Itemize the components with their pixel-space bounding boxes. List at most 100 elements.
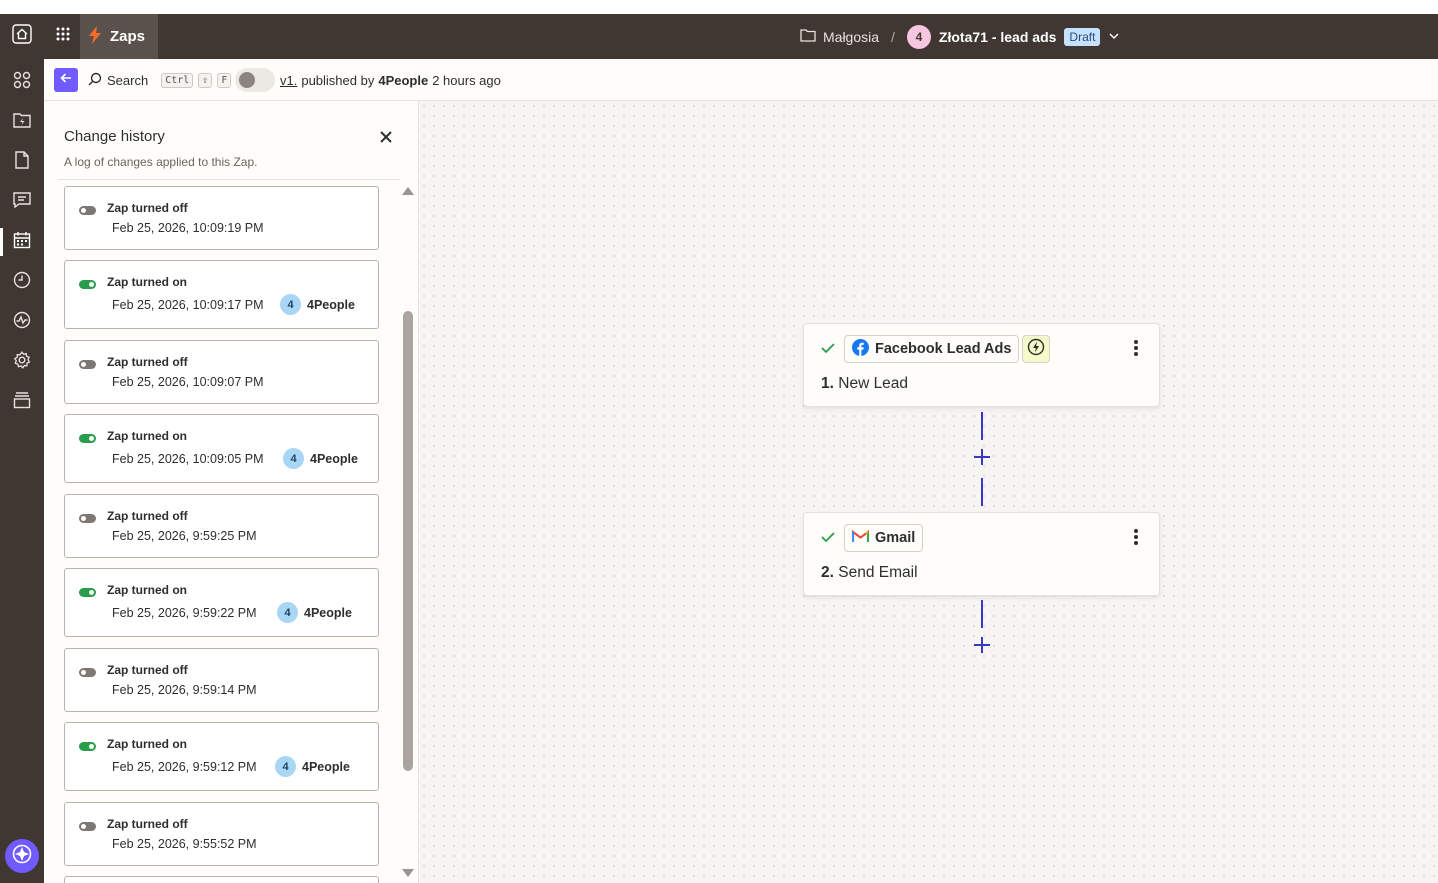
entry-date: Feb 25, 2026, 9:59:14 PM (112, 683, 257, 697)
sidebar-item-calendar[interactable] (0, 222, 44, 262)
add-step-button[interactable] (972, 448, 992, 471)
avatar: 4 (280, 294, 301, 315)
compass-icon (11, 843, 33, 870)
check-icon (820, 530, 836, 549)
app-chip-gmail: Gmail (844, 524, 924, 552)
plus-icon (973, 448, 991, 471)
step-menu-button[interactable] (1126, 527, 1146, 551)
panel-divider (58, 179, 400, 180)
entry-date: Feb 25, 2026, 9:55:52 PM (112, 837, 257, 851)
sidebar-item-tables[interactable] (0, 142, 44, 182)
zaps-tab-label: Zaps (110, 28, 146, 45)
step-name: New Lead (838, 375, 909, 392)
arrow-left-icon (60, 71, 72, 89)
entry-title: Zap turned on (107, 429, 187, 443)
toggle-on-icon (79, 280, 96, 289)
toggle-on-icon (79, 742, 96, 751)
left-sidebar (0, 59, 44, 883)
history-entry: Zap turned off Feb 25, 2026, 9:59:14 PM (64, 648, 379, 712)
connector-line (981, 600, 983, 628)
avatar: 4 (283, 448, 304, 469)
gear-icon (13, 350, 31, 374)
sidebar-item-zaps[interactable] (0, 102, 44, 142)
entry-title: Zap turned off (107, 663, 188, 677)
entry-user: 4 4People (277, 602, 352, 623)
action-step-card[interactable]: Gmail 2. Send Email (803, 512, 1160, 596)
entry-user: 4 4People (275, 756, 350, 777)
dashboard-icon (13, 71, 31, 94)
version-info: v1. published by 4People 2 hours ago (280, 59, 501, 101)
sidebar-item-activity[interactable] (0, 302, 44, 342)
bolt-icon (88, 25, 102, 48)
plus-icon (973, 636, 991, 659)
entry-title: Zap turned off (107, 817, 188, 831)
toggle-off-icon (79, 206, 96, 215)
step-title: 1. New Lead (821, 375, 908, 393)
search-icon (88, 72, 102, 89)
history-entry: Zap turned on Feb 25, 2026, 9:59:22 PM 4… (64, 568, 379, 637)
toggle-off-icon (79, 668, 96, 677)
clock-icon (13, 271, 31, 294)
avatar: 4 (275, 756, 296, 777)
change-history-panel: Change history A log of changes applied … (44, 101, 419, 883)
instant-trigger-badge (1022, 335, 1050, 363)
trigger-step-card[interactable]: Facebook Lead Ads 1. New Lead (803, 323, 1160, 407)
home-button[interactable] (0, 14, 44, 59)
entry-date: Feb 25, 2026, 9:59:25 PM (112, 529, 257, 543)
scroll-up-arrow[interactable] (402, 187, 414, 195)
version-link[interactable]: v1. (280, 73, 297, 88)
sidebar-item-archive[interactable] (0, 382, 44, 422)
zap-on-off-toggle[interactable] (235, 68, 275, 92)
sidebar-item-history[interactable] (0, 262, 44, 302)
scroll-down-arrow[interactable] (402, 869, 414, 877)
entry-date: Feb 25, 2026, 9:59:22 PM (112, 606, 257, 620)
entry-title: Zap turned on (107, 737, 187, 751)
sidebar-item-interfaces[interactable] (0, 182, 44, 222)
sidebar-item-dashboard[interactable] (0, 62, 44, 102)
toggle-off-icon (79, 822, 96, 831)
back-button[interactable] (54, 68, 78, 92)
search-label: Search (107, 72, 149, 88)
entry-date: Feb 25, 2026, 10:09:07 PM (112, 375, 264, 389)
folder-link[interactable]: Małgosia (800, 28, 879, 45)
history-entry: Zap turned on Feb 25, 2026, 9:59:12 PM 4… (64, 722, 379, 791)
breadcrumb-separator: / (891, 28, 895, 45)
chevron-down-icon[interactable] (1108, 29, 1120, 45)
user-name: 4People (302, 759, 350, 774)
apps-menu-button[interactable] (48, 14, 78, 59)
sidebar-item-settings[interactable] (0, 342, 44, 382)
add-step-button[interactable] (972, 636, 992, 659)
entry-user: 4 4People (283, 448, 358, 469)
copilot-button[interactable] (5, 839, 39, 873)
entry-user: 4 4People (280, 294, 355, 315)
more-vertical-icon (1133, 528, 1139, 551)
toggle-on-icon (79, 434, 96, 443)
step-number: 2. (821, 564, 834, 581)
history-entry: Zap turned off Feb 25, 2026, 9:55:52 PM (64, 802, 379, 866)
entry-date: Feb 25, 2026, 9:59:12 PM (112, 760, 257, 774)
app-chip-facebook: Facebook Lead Ads (844, 335, 1020, 363)
published-by-text: published by (301, 72, 375, 88)
breadcrumb: Małgosia / 4 Złota71 - lead ads Draft (800, 14, 1120, 59)
app-name: Gmail (875, 530, 916, 546)
scrollbar-thumb[interactable] (403, 311, 413, 771)
shortcut-key-shift: ⇧ (198, 72, 213, 88)
entry-title: Zap turned on (107, 583, 187, 597)
file-icon (13, 150, 31, 174)
step-menu-button[interactable] (1126, 338, 1146, 362)
home-icon (12, 24, 32, 49)
app-name: Facebook Lead Ads (875, 341, 1012, 357)
gmail-icon (851, 529, 870, 547)
panel-title: Change history (64, 128, 165, 145)
avatar: 4 (277, 602, 298, 623)
calendar-icon (13, 231, 31, 254)
owner-avatar: 4 (906, 24, 931, 49)
zap-canvas[interactable]: Facebook Lead Ads 1. New Lead Gmail 2. S… (419, 101, 1438, 883)
search-button[interactable]: Search Ctrl ⇧ F (88, 59, 232, 101)
zap-name[interactable]: Złota71 - lead ads (939, 29, 1056, 45)
folder-icon (800, 28, 816, 45)
entry-date: Feb 25, 2026, 10:09:05 PM (112, 452, 264, 466)
close-panel-button[interactable] (378, 129, 394, 145)
panel-subtitle: A log of changes applied to this Zap. (64, 155, 258, 169)
zaps-tab[interactable]: Zaps (80, 14, 158, 59)
